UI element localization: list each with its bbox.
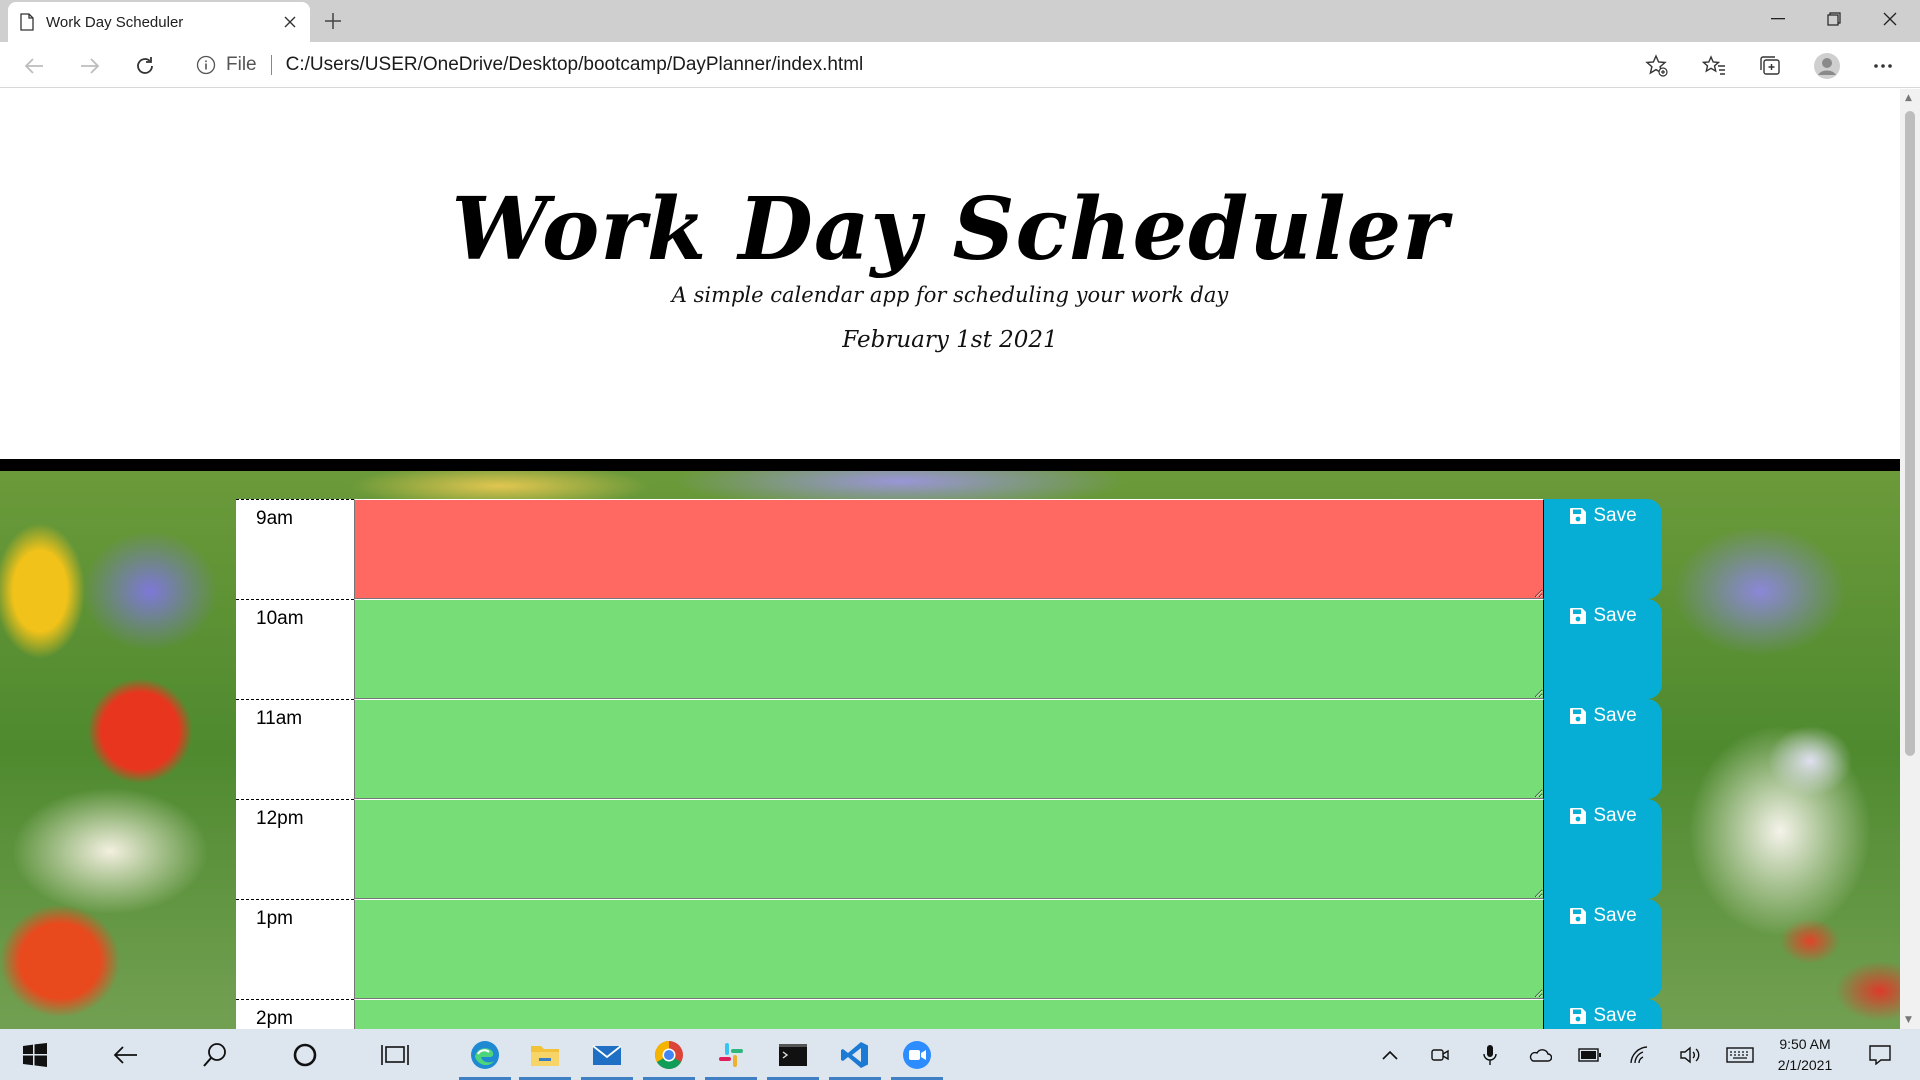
task-view-icon[interactable]	[365, 1029, 425, 1080]
clock-time: 9:50 AM	[1779, 1036, 1831, 1052]
chrome-icon[interactable]	[639, 1029, 699, 1080]
time-block-1pm: 1pm Save	[236, 899, 1662, 999]
save-icon	[1570, 808, 1587, 824]
start-icon[interactable]	[5, 1029, 65, 1080]
clock-date: 2/1/2021	[1777, 1057, 1833, 1073]
save-button[interactable]: Save	[1544, 799, 1662, 899]
save-icon	[1570, 708, 1587, 724]
forward-button[interactable]	[72, 48, 108, 84]
separator	[270, 55, 272, 75]
system-clock[interactable]: 9:50 AM 2/1/2021	[1760, 1034, 1850, 1076]
hour-label: 11am	[236, 699, 354, 799]
new-tab-button[interactable]	[318, 6, 348, 36]
save-button[interactable]: Save	[1544, 499, 1662, 599]
favorites-icon[interactable]	[1697, 49, 1731, 83]
scroll-down-arrow-icon[interactable]: ▼	[1905, 1015, 1912, 1025]
time-block-11am: 11am Save	[236, 699, 1662, 799]
back-icon[interactable]	[95, 1029, 155, 1080]
profile-avatar-icon[interactable]	[1810, 49, 1844, 83]
file-explorer-icon[interactable]	[515, 1029, 575, 1080]
hour-label: 9am	[236, 499, 354, 599]
info-icon[interactable]	[196, 55, 216, 75]
save-label: Save	[1593, 1005, 1637, 1026]
header-border	[0, 459, 1900, 471]
hour-label: 2pm	[236, 999, 354, 1029]
page-viewport: Work Day Scheduler A simple calendar app…	[0, 89, 1900, 1029]
keyboard-icon[interactable]	[1726, 1041, 1754, 1069]
event-input[interactable]	[354, 799, 1544, 899]
save-label: Save	[1593, 705, 1637, 726]
event-input[interactable]	[354, 899, 1544, 999]
time-block-2pm: 2pm Save	[236, 999, 1662, 1029]
vertical-scrollbar[interactable]: ▲ ▼	[1900, 89, 1920, 1029]
wifi-icon[interactable]	[1626, 1041, 1654, 1069]
navigation-toolbar: File C:/Users/USER/OneDrive/Desktop/boot…	[0, 42, 1920, 88]
notifications-icon[interactable]	[1866, 1041, 1894, 1069]
cortana-icon[interactable]	[275, 1029, 335, 1080]
close-window-button[interactable]	[1862, 0, 1918, 38]
jumbotron-header: Work Day Scheduler A simple calendar app…	[0, 89, 1900, 459]
zoom-icon[interactable]	[887, 1029, 947, 1080]
hour-label: 1pm	[236, 899, 354, 999]
minimize-button[interactable]	[1750, 0, 1806, 38]
collections-icon[interactable]	[1753, 49, 1787, 83]
scroll-thumb[interactable]	[1905, 111, 1915, 756]
back-button[interactable]	[16, 48, 52, 84]
page-icon	[20, 13, 34, 31]
hour-label: 12pm	[236, 799, 354, 899]
url-text[interactable]: C:/Users/USER/OneDrive/Desktop/bootcamp/…	[286, 54, 864, 76]
event-input[interactable]	[354, 499, 1544, 599]
volume-icon[interactable]	[1676, 1041, 1704, 1069]
file-scheme-label: File	[226, 54, 257, 75]
event-input[interactable]	[354, 999, 1544, 1029]
time-block-12pm: 12pm Save	[236, 799, 1662, 899]
scroll-up-arrow-icon[interactable]: ▲	[1905, 93, 1912, 103]
hour-label: 10am	[236, 599, 354, 699]
current-day: February 1st 2021	[842, 327, 1058, 353]
save-label: Save	[1593, 805, 1637, 826]
tab-strip: Work Day Scheduler	[0, 0, 1920, 42]
save-button[interactable]: Save	[1544, 599, 1662, 699]
save-button[interactable]: Save	[1544, 899, 1662, 999]
show-hidden-icons-icon[interactable]	[1376, 1041, 1404, 1069]
terminal-icon[interactable]	[763, 1029, 823, 1080]
edge-icon[interactable]	[455, 1029, 515, 1080]
time-block-9am: 9am Save	[236, 499, 1662, 599]
battery-icon[interactable]	[1576, 1041, 1604, 1069]
save-label: Save	[1593, 905, 1637, 926]
close-tab-icon[interactable]	[282, 14, 298, 30]
slack-icon[interactable]	[701, 1029, 761, 1080]
save-label: Save	[1593, 505, 1637, 526]
windows-taskbar: 9:50 AM 2/1/2021	[0, 1029, 1920, 1080]
time-block-10am: 10am Save	[236, 599, 1662, 699]
event-input[interactable]	[354, 599, 1544, 699]
address-bar[interactable]: File C:/Users/USER/OneDrive/Desktop/boot…	[180, 46, 1680, 84]
planner-container: 9am Save 10am Save 11am Save 12pm Save 1…	[236, 499, 1662, 1029]
lead-text: A simple calendar app for scheduling you…	[671, 283, 1229, 307]
restore-button[interactable]	[1806, 0, 1862, 38]
meet-now-icon[interactable]	[1426, 1041, 1454, 1069]
save-icon	[1570, 1008, 1587, 1024]
save-button[interactable]: Save	[1544, 999, 1662, 1029]
mail-icon[interactable]	[577, 1029, 637, 1080]
save-button[interactable]: Save	[1544, 699, 1662, 799]
tab-title: Work Day Scheduler	[46, 13, 184, 31]
more-options-icon[interactable]	[1866, 49, 1900, 83]
save-icon	[1570, 608, 1587, 624]
refresh-button[interactable]	[127, 48, 163, 84]
onedrive-icon[interactable]	[1526, 1041, 1554, 1069]
add-favorite-icon[interactable]	[1640, 49, 1674, 83]
event-input[interactable]	[354, 699, 1544, 799]
search-icon[interactable]	[185, 1029, 245, 1080]
microphone-icon[interactable]	[1476, 1041, 1504, 1069]
page-title: Work Day Scheduler	[451, 179, 1449, 280]
save-icon	[1570, 908, 1587, 924]
vscode-icon[interactable]	[825, 1029, 885, 1080]
save-icon	[1570, 508, 1587, 524]
save-label: Save	[1593, 605, 1637, 626]
browser-tab[interactable]: Work Day Scheduler	[8, 2, 310, 42]
